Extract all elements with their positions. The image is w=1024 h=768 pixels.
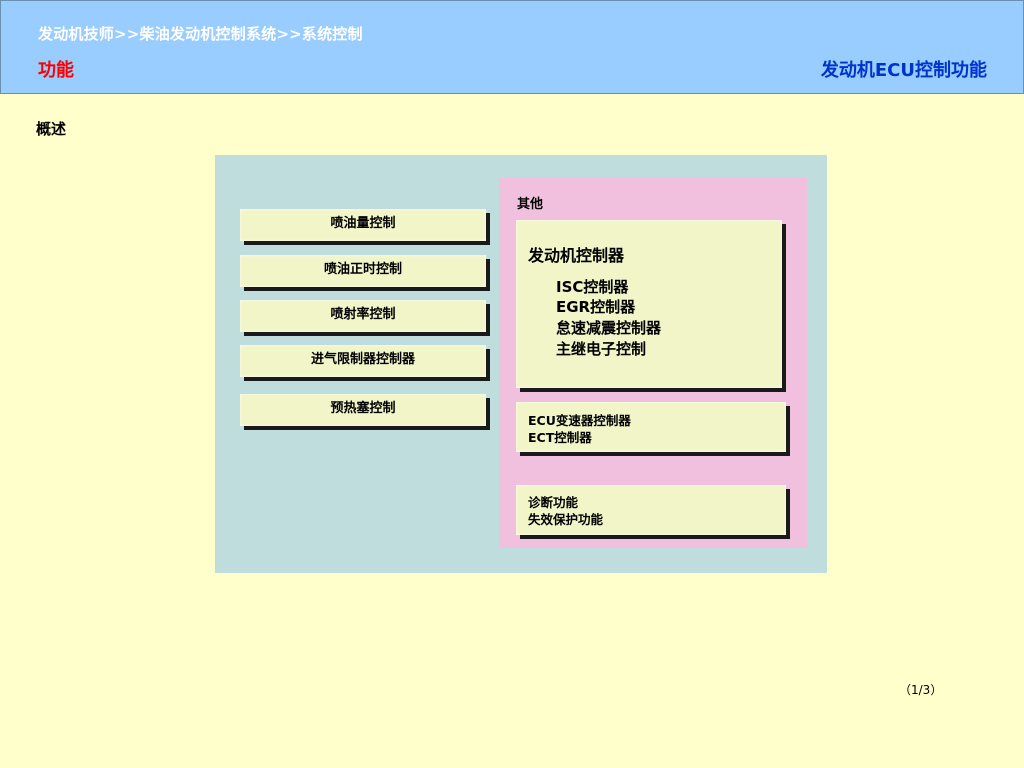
engine-sub-item: 怠速减震控制器 xyxy=(556,319,662,337)
item-injection-rate: 喷射率控制 xyxy=(240,300,486,332)
engine-controller-box: 发动机控制器 ISC控制器 EGR控制器 怠速减震控制器 主继电子控制 xyxy=(516,220,782,388)
diagnosis-box: 诊断功能 失效保护功能 xyxy=(516,485,786,535)
section-title: 功能 xyxy=(38,60,74,81)
item-injection-quantity: 喷油量控制 xyxy=(240,209,486,241)
diag-box-line: 失效保护功能 xyxy=(528,512,604,527)
page-indicator: （1/3） xyxy=(899,683,943,697)
item-glow-plug: 预热塞控制 xyxy=(240,394,486,426)
other-panel-title: 其他 xyxy=(517,197,544,212)
engine-sub-item: 主继电子控制 xyxy=(556,340,647,358)
header-bar: 发动机技师>>柴油发动机控制系统>>系统控制 功能 发动机ECU控制功能 xyxy=(0,0,1024,94)
overview-label: 概述 xyxy=(36,120,67,138)
item-intake-restrictor: 进气限制器控制器 xyxy=(240,345,486,377)
engine-sub-item: ISC控制器 xyxy=(556,278,629,296)
engine-controller-title: 发动机控制器 xyxy=(528,246,625,265)
breadcrumb[interactable]: 发动机技师>>柴油发动机控制系统>>系统控制 xyxy=(38,23,363,44)
page-topic-title: 发动机ECU控制功能 xyxy=(820,60,987,81)
ecu-box-line: ECT控制器 xyxy=(528,430,592,445)
item-injection-timing: 喷油正时控制 xyxy=(240,255,486,287)
ecu-transmission-box: ECU变速器控制器 ECT控制器 xyxy=(516,402,786,452)
engine-sub-item: EGR控制器 xyxy=(556,298,636,316)
